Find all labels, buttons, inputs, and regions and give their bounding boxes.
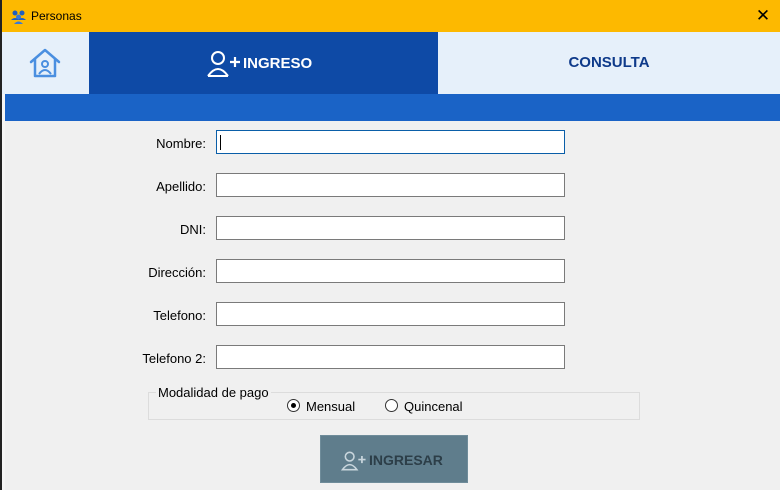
tab-consulta[interactable]: CONSULTA <box>438 32 780 94</box>
telefono-input[interactable] <box>216 302 565 326</box>
direccion-input[interactable] <box>216 259 565 283</box>
radio-circle <box>385 399 398 412</box>
apellido-label: Apellido: <box>156 179 206 194</box>
home-icon <box>29 48 61 78</box>
radio-circle <box>287 399 300 412</box>
tab-ingreso-label: INGRESO <box>243 55 313 72</box>
telefono2-label: Telefono 2: <box>142 351 206 366</box>
people-icon <box>11 10 26 24</box>
close-button[interactable]: ✕ <box>746 0 780 32</box>
apellido-input[interactable] <box>216 173 565 197</box>
nombre-label: Nombre: <box>156 136 206 151</box>
left-divider <box>2 94 5 490</box>
window-title: Personas <box>31 9 82 23</box>
radio-quincenal[interactable]: Quincenal <box>385 398 475 414</box>
radio-mensual[interactable]: Mensual <box>287 398 367 414</box>
tab-home[interactable] <box>2 32 89 94</box>
tab-ingreso[interactable]: INGRESO <box>89 32 438 94</box>
telefono2-input[interactable] <box>216 345 565 369</box>
radio-quincenal-label: Quincenal <box>404 399 463 414</box>
ingresar-label: INGRESAR <box>369 452 443 468</box>
tab-consulta-label: CONSULTA <box>568 54 650 71</box>
nombre-input[interactable] <box>216 130 565 154</box>
radio-selected-dot <box>291 403 296 408</box>
text-caret <box>220 135 221 150</box>
radio-mensual-label: Mensual <box>306 399 356 414</box>
title-bar: Personas ✕ <box>2 0 780 32</box>
tab-bar: INGRESO CONSULTA <box>2 32 780 94</box>
personas-window: Personas ✕ INGRESO CONSULTA Nombre: Apel… <box>2 0 780 490</box>
telefono-label: Telefono: <box>153 308 206 323</box>
add-user-icon <box>207 51 240 77</box>
direccion-label: Dirección: <box>148 265 206 280</box>
header-strip <box>2 94 780 121</box>
payment-legend: Modalidad de pago <box>156 385 271 400</box>
ingresar-button[interactable]: INGRESAR <box>320 435 468 483</box>
dni-label: DNI: <box>180 222 206 237</box>
add-user-icon <box>341 451 366 471</box>
dni-input[interactable] <box>216 216 565 240</box>
